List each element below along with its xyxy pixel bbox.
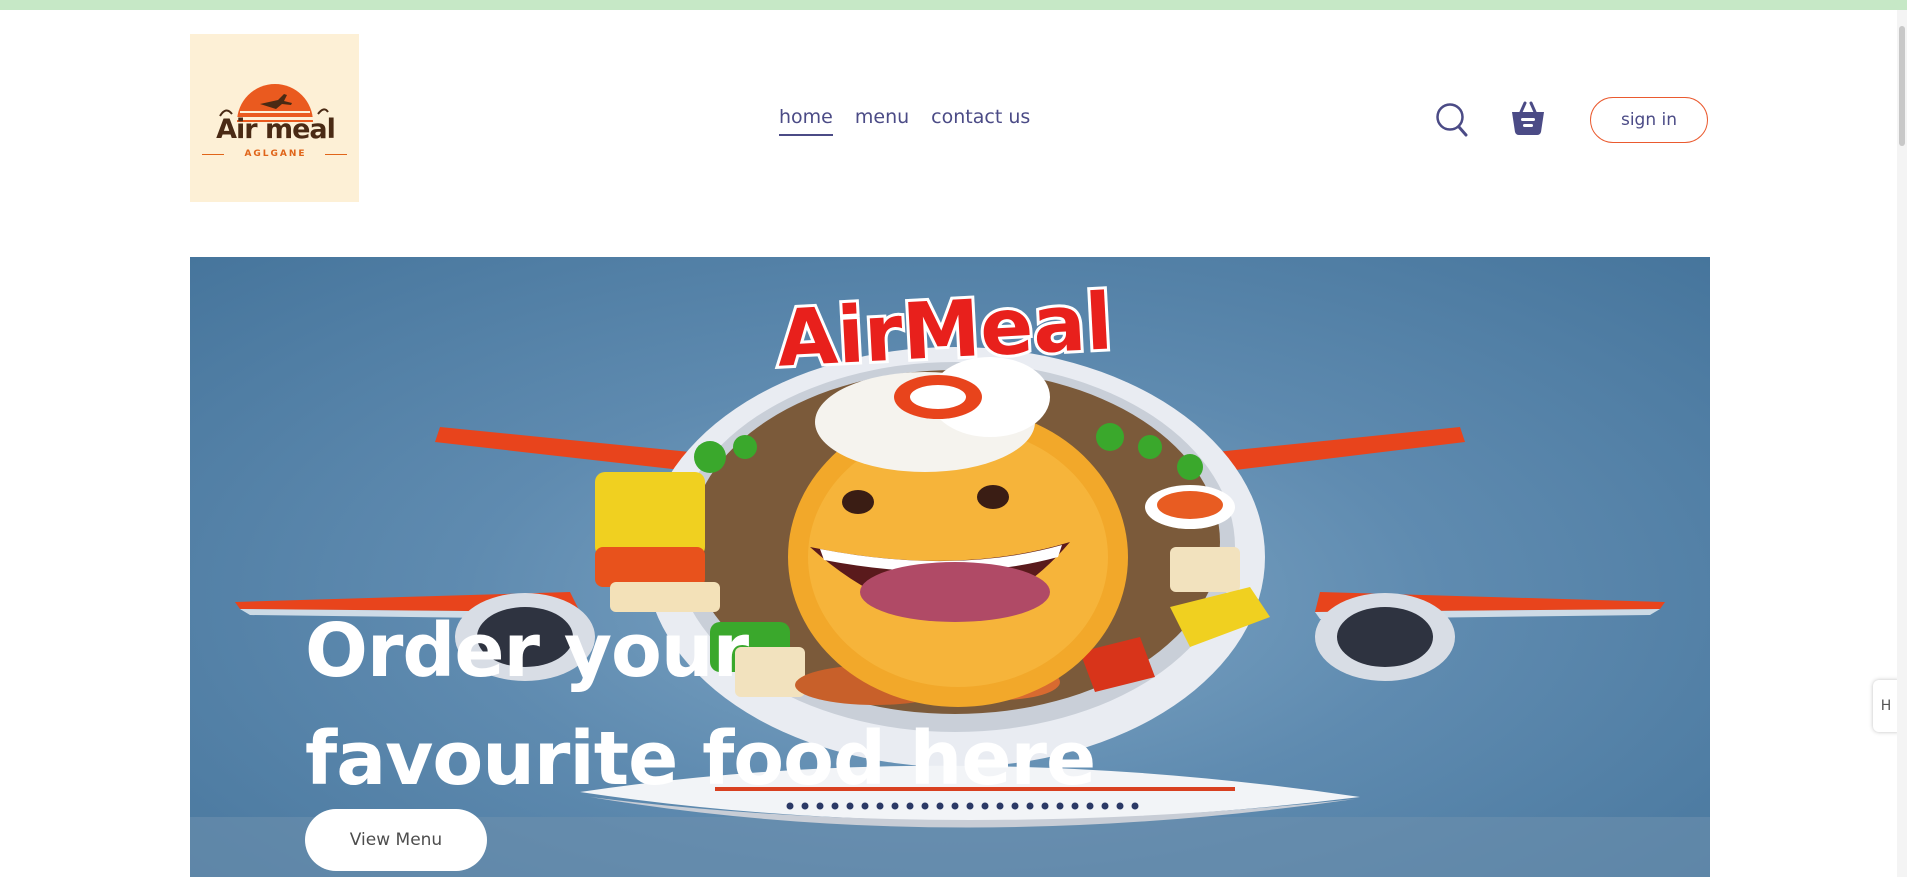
- hero-title-line-2: favourite food here: [305, 716, 1096, 802]
- nav-item-contact-us[interactable]: contact us: [931, 106, 1030, 136]
- nav-item-menu[interactable]: menu: [855, 106, 909, 136]
- search-icon: [1436, 103, 1468, 137]
- basket-button[interactable]: [1510, 100, 1546, 136]
- view-menu-button[interactable]: View Menu: [305, 809, 487, 871]
- main-nav: home menu contact us: [779, 106, 1030, 136]
- top-accent-strip: [0, 0, 1907, 10]
- logo-name: Air meal: [216, 114, 336, 145]
- side-floating-widget[interactable]: H: [1873, 680, 1899, 732]
- logo-subtitle: AGLGANE: [244, 149, 307, 159]
- search-button[interactable]: [1435, 102, 1469, 138]
- logo-divider-right: [325, 154, 347, 155]
- logo-divider-left: [202, 154, 224, 155]
- hero-brand-text: AirMeal: [775, 277, 1115, 384]
- site-logo[interactable]: Air meal AGLGANE: [190, 34, 359, 202]
- sign-in-button[interactable]: sign in: [1590, 97, 1708, 143]
- hero-banner: AirMeal Order your favourite food here V…: [190, 257, 1710, 877]
- h-icon: H: [1880, 698, 1892, 714]
- nav-item-home[interactable]: home: [779, 106, 833, 136]
- hero-title: Order your favourite food here: [305, 597, 1205, 813]
- basket-icon: [1512, 101, 1544, 135]
- hero-title-line-1: Order your: [305, 608, 749, 694]
- page-scrollbar-thumb[interactable]: [1899, 26, 1905, 146]
